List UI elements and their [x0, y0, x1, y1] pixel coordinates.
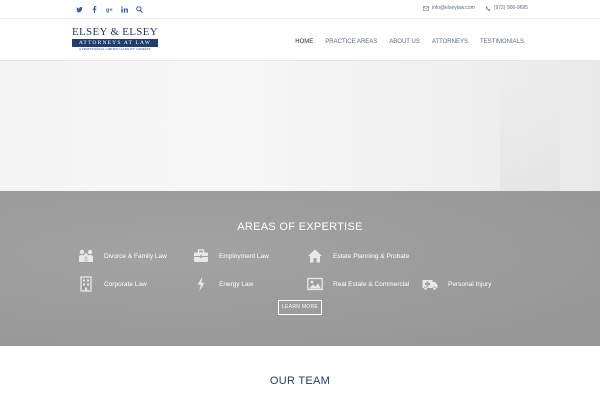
nav-about-us[interactable]: ABOUT US: [389, 39, 420, 45]
contact-info: info@elseylaw.com (972) 906-9695: [413, 5, 528, 11]
building-icon: [77, 275, 95, 293]
picture-icon: [306, 275, 324, 293]
site-header: ELSEY & ELSEY ATTORNEYS AT LAW A PROFESS…: [0, 19, 600, 61]
practice-label: Corporate Law: [104, 280, 147, 288]
main-nav: HOME PRACTICE AREAS ABOUT US ATTORNEYS T…: [283, 39, 524, 45]
expertise-title: AREAS OF EXPERTISE: [237, 221, 363, 233]
email-text: info@elseylaw.com: [431, 5, 475, 11]
practice-item-estate[interactable]: Estate Planning & Probate: [306, 247, 409, 265]
practice-item-corporate[interactable]: Corporate Law: [77, 275, 147, 293]
lightning-icon: [192, 275, 210, 293]
linkedin-icon[interactable]: [117, 4, 132, 15]
team-title: OUR TEAM: [269, 375, 331, 387]
practice-label: Employment Law: [219, 252, 269, 260]
email-link[interactable]: info@elseylaw.com: [422, 5, 475, 11]
practice-label: Personal Injury: [448, 280, 492, 288]
team-section: OUR TEAM: [0, 346, 600, 400]
nav-home[interactable]: HOME: [295, 39, 313, 45]
house-icon: [306, 247, 324, 265]
phone-text: (972) 906-9695: [493, 5, 528, 11]
practice-label: Real Estate & Commercial: [333, 280, 410, 288]
nav-practice-areas[interactable]: PRACTICE AREAS: [325, 39, 377, 45]
practice-item-personal-injury[interactable]: Personal Injury: [421, 275, 491, 293]
envelope-icon: [422, 5, 429, 11]
practice-item-divorce[interactable]: Divorce & Family Law: [77, 247, 167, 265]
phone-icon: [485, 5, 491, 11]
twitter-icon[interactable]: [72, 4, 87, 15]
logo-name: ELSEY & ELSEY: [72, 26, 158, 38]
hero-banner: [0, 61, 600, 191]
expertise-section: AREAS OF EXPERTISE Divorce & Family Law …: [0, 191, 600, 346]
phone-link[interactable]: (972) 906-9695: [485, 5, 528, 11]
briefcase-icon: [192, 247, 210, 265]
practice-item-real-estate[interactable]: Real Estate & Commercial: [306, 275, 409, 293]
top-bar: g+ info@elseylaw.com (972) 906-9695: [0, 0, 600, 19]
practice-label: Divorce & Family Law: [104, 252, 167, 260]
ambulance-icon: [421, 275, 439, 293]
practice-item-employment[interactable]: Employment Law: [192, 247, 269, 265]
google-plus-icon[interactable]: g+: [102, 4, 117, 15]
practice-label: Estate Planning & Probate: [333, 252, 410, 260]
practice-item-energy[interactable]: Energy Law: [192, 275, 253, 293]
facebook-icon[interactable]: [87, 4, 102, 15]
search-icon[interactable]: [132, 4, 147, 15]
logo-tagline: ATTORNEYS AT LAW: [72, 39, 158, 47]
logo-subtitle: A PROFESSIONAL LIMITED LIABILITY COMPANY: [78, 48, 152, 51]
svg-text:g+: g+: [106, 8, 113, 13]
nav-testimonials[interactable]: TESTIMONIALS: [480, 39, 524, 45]
social-links: g+: [72, 4, 147, 15]
site-logo[interactable]: ELSEY & ELSEY ATTORNEYS AT LAW A PROFESS…: [72, 27, 158, 53]
learn-more-button[interactable]: LEARN MORE: [278, 300, 322, 315]
practice-label: Energy Law: [219, 280, 254, 288]
nav-attorneys[interactable]: ATTORNEYS: [432, 39, 468, 45]
family-icon: [77, 247, 95, 265]
